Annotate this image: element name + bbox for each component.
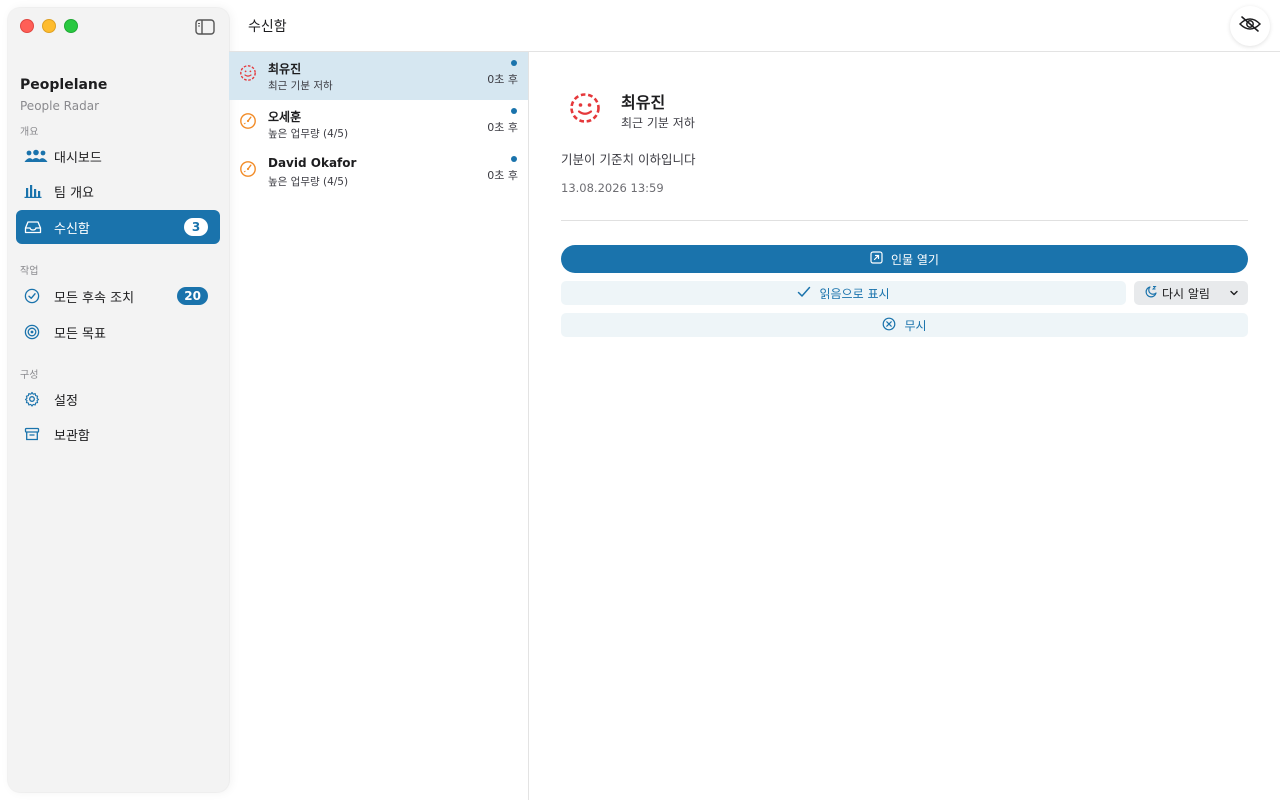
people-icon bbox=[24, 147, 52, 165]
ignore-label: 무시 bbox=[904, 318, 927, 333]
inbox-item-subtitle: 최근 기분 저하 bbox=[268, 80, 333, 92]
sidebar-item-team-overview[interactable]: 팀 개요 bbox=[16, 174, 220, 208]
gauge-icon bbox=[239, 160, 257, 178]
check-circle-icon bbox=[24, 287, 52, 305]
archive-icon bbox=[24, 425, 52, 443]
section-label-overview: 개요 bbox=[20, 127, 39, 138]
sidebar-item-inbox[interactable]: 수신함 3 bbox=[16, 210, 220, 244]
sidebar-item-goals[interactable]: 모든 목표 bbox=[16, 315, 220, 349]
sidebar-item-label: 설정 bbox=[54, 393, 78, 409]
sidebar-item-settings[interactable]: 설정 bbox=[16, 382, 220, 416]
unread-dot bbox=[511, 60, 517, 66]
close-window-button[interactable] bbox=[20, 19, 34, 33]
detail-message: 기분이 기준치 이하입니다 bbox=[561, 152, 696, 167]
inbox-item-time: 0초 후 bbox=[487, 169, 518, 182]
sidebar-item-label: 모든 후속 조치 bbox=[54, 290, 135, 306]
zoom-window-button[interactable] bbox=[64, 19, 78, 33]
inbox-list-item[interactable]: David Okafor 높은 업무량 (4/5) 0초 후 bbox=[229, 148, 528, 196]
inbox-item-time: 0초 후 bbox=[487, 73, 518, 86]
inbox-list-item[interactable]: 최유진 최근 기분 저하 0초 후 bbox=[229, 52, 528, 100]
open-person-button[interactable]: 인물 열기 bbox=[561, 245, 1248, 273]
gear-icon bbox=[24, 390, 52, 408]
ignore-button[interactable]: 무시 bbox=[561, 313, 1248, 337]
detail-person-name: 최유진 bbox=[621, 93, 666, 112]
inbox-item-time: 0초 후 bbox=[487, 121, 518, 134]
sidebar: Peoplelane People Radar 개요 대시보드 팀 개요 수신함… bbox=[8, 8, 229, 792]
mark-read-label: 읽음으로 표시 bbox=[819, 286, 890, 301]
open-person-label: 인물 열기 bbox=[891, 252, 939, 267]
sidebar-item-dashboard[interactable]: 대시보드 bbox=[16, 139, 220, 173]
sidebar-item-label: 모든 목표 bbox=[54, 326, 106, 342]
sidebar-item-follow-ups[interactable]: 모든 후속 조치 20 bbox=[16, 279, 220, 313]
pane-divider bbox=[528, 52, 529, 800]
sidebar-toggle-icon[interactable] bbox=[194, 18, 216, 36]
app-subtitle: People Radar bbox=[20, 99, 100, 113]
target-icon bbox=[24, 323, 52, 341]
chevron-down-icon bbox=[1229, 287, 1239, 301]
mark-read-button[interactable]: 읽음으로 표시 bbox=[561, 281, 1126, 305]
sidebar-item-label: 대시보드 bbox=[54, 150, 102, 166]
section-label-config: 구성 bbox=[20, 370, 39, 381]
inbox-item-name: 오세훈 bbox=[268, 110, 302, 124]
inbox-list-item[interactable]: 오세훈 높은 업무량 (4/5) 0초 후 bbox=[229, 100, 528, 148]
inbox-item-name: 최유진 bbox=[268, 62, 302, 76]
sidebar-item-label: 팀 개요 bbox=[54, 185, 95, 201]
mood-face-icon bbox=[568, 91, 602, 125]
eye-slash-icon bbox=[1238, 15, 1262, 37]
inbox-count-badge: 3 bbox=[184, 218, 208, 236]
detail-timestamp: 13.08.2026 13:59 bbox=[561, 181, 664, 195]
detail-divider bbox=[561, 220, 1248, 221]
app-name: Peoplelane bbox=[20, 77, 108, 93]
page-title: 수신함 bbox=[248, 19, 287, 35]
minimize-window-button[interactable] bbox=[42, 19, 56, 33]
unread-dot bbox=[511, 108, 517, 114]
chart-bars-icon bbox=[24, 182, 52, 200]
inbox-icon bbox=[24, 218, 52, 236]
follow-ups-count-badge: 20 bbox=[177, 287, 208, 305]
snooze-menu-button[interactable]: 다시 알림 bbox=[1134, 281, 1248, 305]
gauge-icon bbox=[239, 112, 257, 130]
x-circle-icon bbox=[882, 317, 896, 334]
inbox-item-subtitle: 높은 업무량 (4/5) bbox=[268, 128, 349, 140]
inbox-list: 최유진 최근 기분 저하 0초 후 오세훈 높은 업무량 (4/5) 0초 후 bbox=[229, 52, 528, 800]
inbox-item-name: David Okafor bbox=[268, 156, 357, 170]
window-controls bbox=[20, 19, 78, 33]
detail-alert-type: 최근 기분 저하 bbox=[621, 116, 695, 130]
external-link-icon bbox=[870, 251, 883, 267]
sidebar-item-label: 보관함 bbox=[54, 428, 90, 444]
sidebar-item-label: 수신함 bbox=[54, 221, 90, 237]
app-window: Peoplelane People Radar 개요 대시보드 팀 개요 수신함… bbox=[0, 0, 1280, 800]
inbox-item-subtitle: 높은 업무량 (4/5) bbox=[268, 176, 349, 188]
unread-dot bbox=[511, 156, 517, 162]
snooze-label: 다시 알림 bbox=[1162, 286, 1210, 301]
snooze-moon-icon bbox=[1144, 285, 1158, 302]
checkmark-icon bbox=[797, 286, 811, 301]
sidebar-item-archive[interactable]: 보관함 bbox=[16, 417, 220, 451]
mood-face-icon bbox=[239, 64, 257, 82]
section-label-tasks: 작업 bbox=[20, 266, 39, 277]
hide-toggle-button[interactable] bbox=[1230, 6, 1270, 46]
